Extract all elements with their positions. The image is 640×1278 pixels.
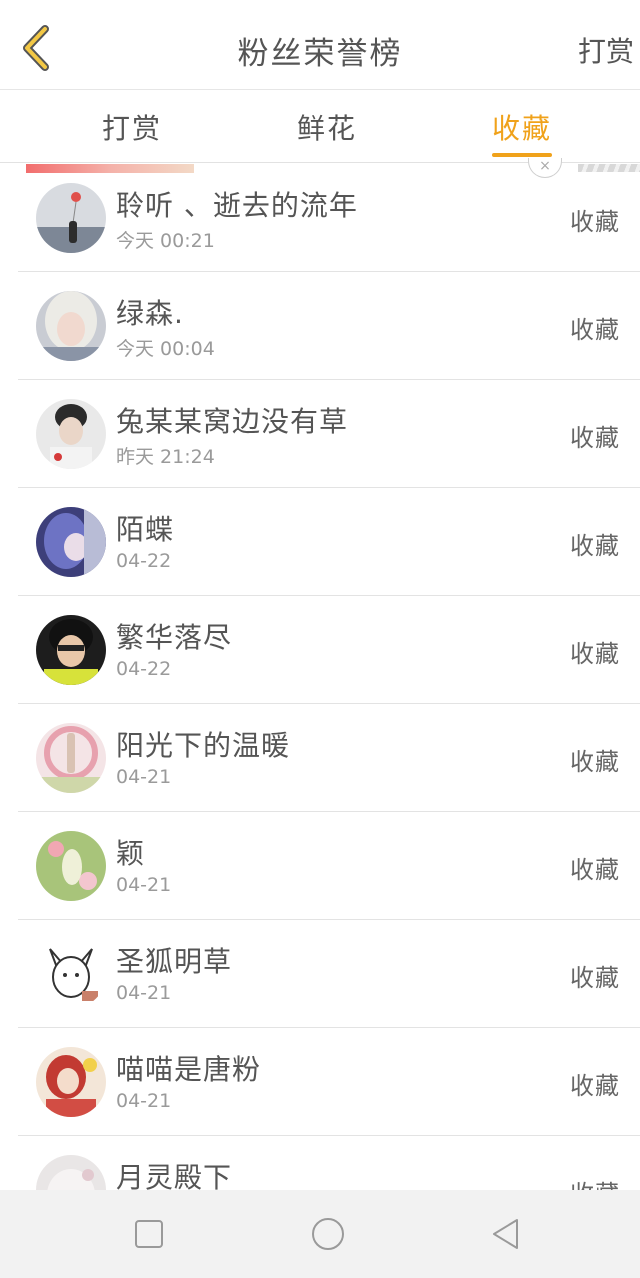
avatar — [36, 291, 106, 361]
fan-action: 收藏 — [570, 856, 620, 884]
avatar — [36, 723, 106, 793]
fan-time: 04-21 — [116, 1090, 172, 1112]
fan-name: 繁华落尽 — [116, 621, 233, 654]
fan-action: 收藏 — [570, 208, 620, 236]
fan-action: 收藏 — [570, 424, 620, 452]
fan-time: 04-22 — [116, 550, 172, 572]
tab-flowers[interactable]: 鲜花 — [267, 107, 387, 147]
avatar — [36, 183, 106, 253]
app-header: 粉丝荣誉榜 打赏 — [0, 0, 640, 90]
tab-bar: 打赏 鲜花 收藏 — [0, 91, 640, 163]
fan-name: 阳光下的温暖 — [116, 729, 291, 762]
avatar — [36, 1047, 106, 1117]
fan-action: 收藏 — [570, 316, 620, 344]
fan-time: 昨天 21:24 — [116, 446, 215, 468]
fan-name: 颖 — [116, 837, 146, 870]
active-tab-indicator — [492, 153, 552, 157]
fan-time: 今天 00:04 — [116, 338, 215, 360]
fan-name: 陌蝶 — [116, 513, 175, 546]
list-item[interactable]: 喵喵是唐粉 04-21 收藏 — [18, 1028, 640, 1136]
list-item[interactable]: 陌蝶 04-22 收藏 — [18, 488, 640, 596]
fan-action: 收藏 — [570, 1072, 620, 1100]
fan-name: 喵喵是唐粉 — [116, 1053, 262, 1086]
fan-time: 04-21 — [116, 982, 172, 1004]
avatar — [36, 399, 106, 469]
list-item[interactable]: 圣狐明草 04-21 收藏 — [18, 920, 640, 1028]
avatar — [36, 939, 106, 1009]
triangle-left-icon[interactable] — [486, 1214, 526, 1254]
tab-favorites[interactable]: 收藏 — [462, 107, 582, 147]
list-item[interactable]: 阳光下的温暖 04-21 收藏 — [18, 704, 640, 812]
fan-list: 聆听 、逝去的流年 今天 00:21 收藏 绿森. 今天 00:04 收藏 兔某… — [0, 164, 640, 1244]
fan-time: 04-21 — [116, 766, 172, 788]
list-item[interactable]: 繁华落尽 04-22 收藏 — [18, 596, 640, 704]
fan-action: 收藏 — [570, 640, 620, 668]
system-nav-bar — [0, 1190, 640, 1278]
fan-time: 04-21 — [116, 874, 172, 896]
fan-name: 兔某某窝边没有草 — [116, 405, 349, 438]
tab-tip[interactable]: 打赏 — [72, 107, 192, 147]
tip-button[interactable]: 打赏 — [578, 30, 634, 70]
avatar — [36, 615, 106, 685]
fan-name: 聆听 、逝去的流年 — [116, 189, 358, 222]
avatar — [36, 507, 106, 577]
list-item[interactable]: 颖 04-21 收藏 — [18, 812, 640, 920]
fan-name: 绿森. — [116, 297, 184, 330]
list-item[interactable]: 聆听 、逝去的流年 今天 00:21 收藏 — [18, 164, 640, 272]
page-title: 粉丝荣誉榜 — [237, 36, 403, 72]
list-item[interactable]: 兔某某窝边没有草 昨天 21:24 收藏 — [18, 380, 640, 488]
avatar — [36, 831, 106, 901]
fan-action: 收藏 — [570, 964, 620, 992]
fan-time: 今天 00:21 — [116, 230, 215, 252]
fan-name: 圣狐明草 — [116, 945, 233, 978]
fan-action: 收藏 — [570, 532, 620, 560]
fan-time: 04-22 — [116, 658, 172, 680]
fan-action: 收藏 — [570, 748, 620, 776]
circle-icon[interactable] — [308, 1214, 348, 1254]
list-item[interactable]: 绿森. 今天 00:04 收藏 — [18, 272, 640, 380]
square-icon[interactable] — [129, 1214, 169, 1254]
